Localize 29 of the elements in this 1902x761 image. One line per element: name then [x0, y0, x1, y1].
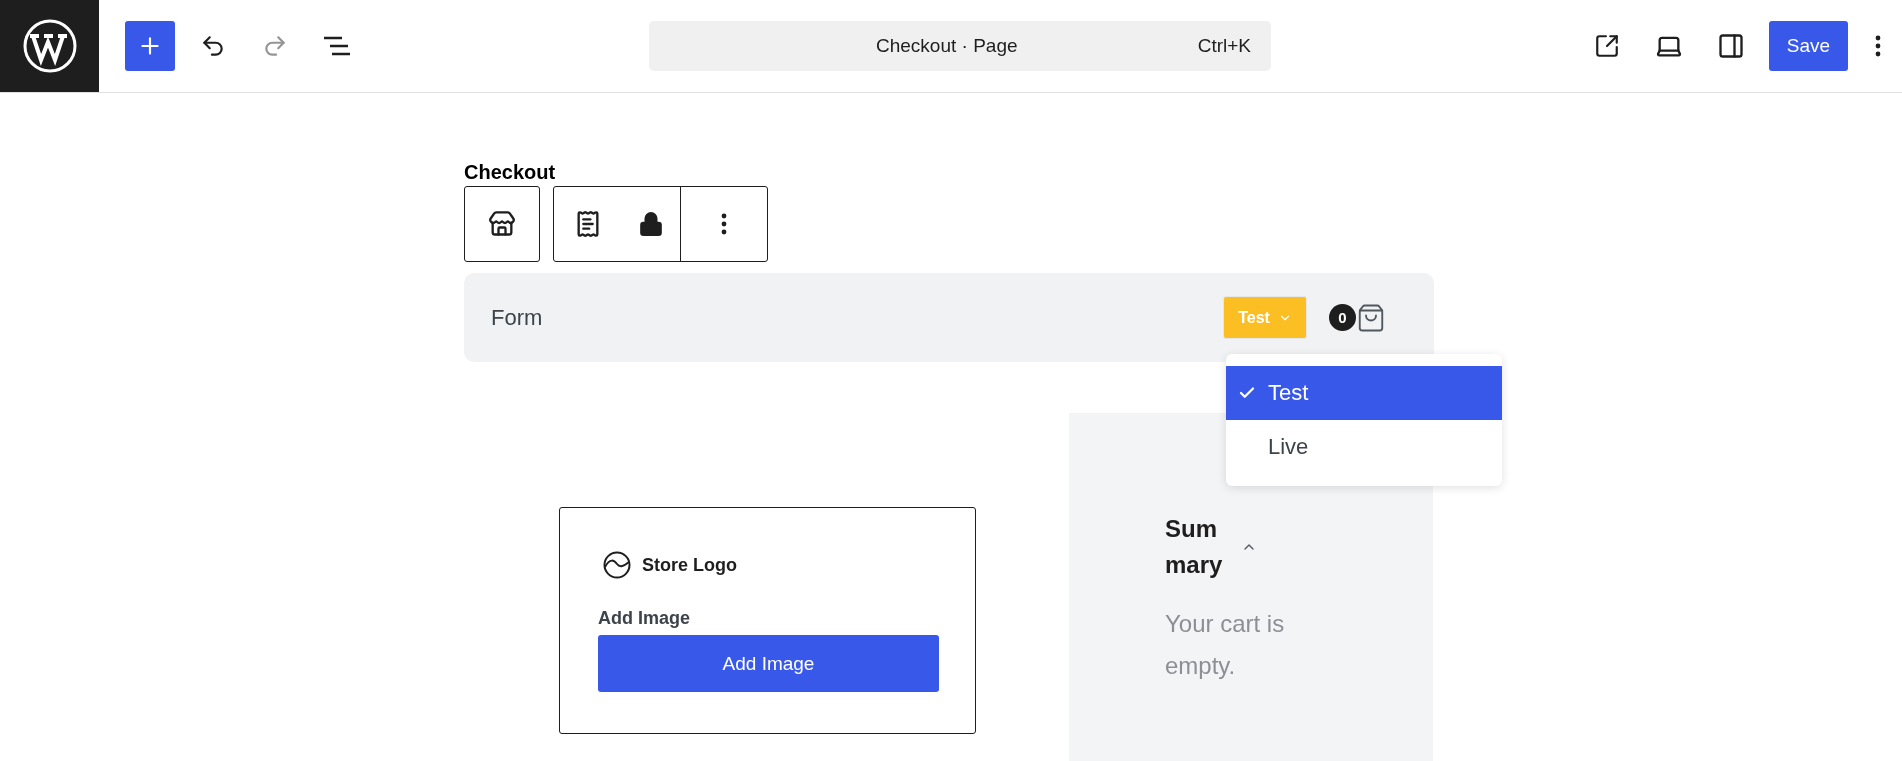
wordpress-logo-icon: [21, 18, 78, 74]
page-title: Checkout: [464, 160, 556, 183]
sidebar-icon: [1717, 32, 1745, 60]
cart-count-badge: 0: [1329, 304, 1356, 331]
redo-icon: [262, 33, 288, 59]
save-button[interactable]: Save: [1769, 21, 1848, 71]
add-image-button[interactable]: Add Image: [598, 635, 939, 692]
summary-title: Summary: [1165, 514, 1224, 580]
more-icon: [721, 213, 727, 235]
mode-menu-item[interactable]: Test: [1226, 366, 1502, 420]
list-view-icon: [322, 34, 352, 58]
empty-cart-message: Your cart is empty.: [1165, 609, 1286, 681]
store-icon: [488, 210, 516, 238]
store-logo-icon: [602, 550, 632, 580]
more-icon: [1875, 35, 1881, 57]
mode-menu-item[interactable]: Live: [1226, 420, 1502, 474]
external-link-icon: [1594, 33, 1620, 59]
undo-icon: [200, 33, 226, 59]
store-logo-label: Store Logo: [642, 554, 737, 576]
field-label: Add Image: [598, 608, 691, 629]
lock-icon: [638, 211, 664, 237]
form-label: Form: [491, 304, 543, 331]
receipt-icon: [574, 210, 602, 238]
add-block-button[interactable]: [125, 21, 175, 71]
block-type-button[interactable]: [464, 186, 540, 262]
wordpress-logo[interactable]: [0, 0, 99, 92]
command-bar[interactable]: Checkout · Page Ctrl+K: [649, 21, 1271, 71]
cart-icon[interactable]: [1356, 302, 1386, 333]
shortcut-hint: Ctrl+K: [1197, 35, 1251, 57]
